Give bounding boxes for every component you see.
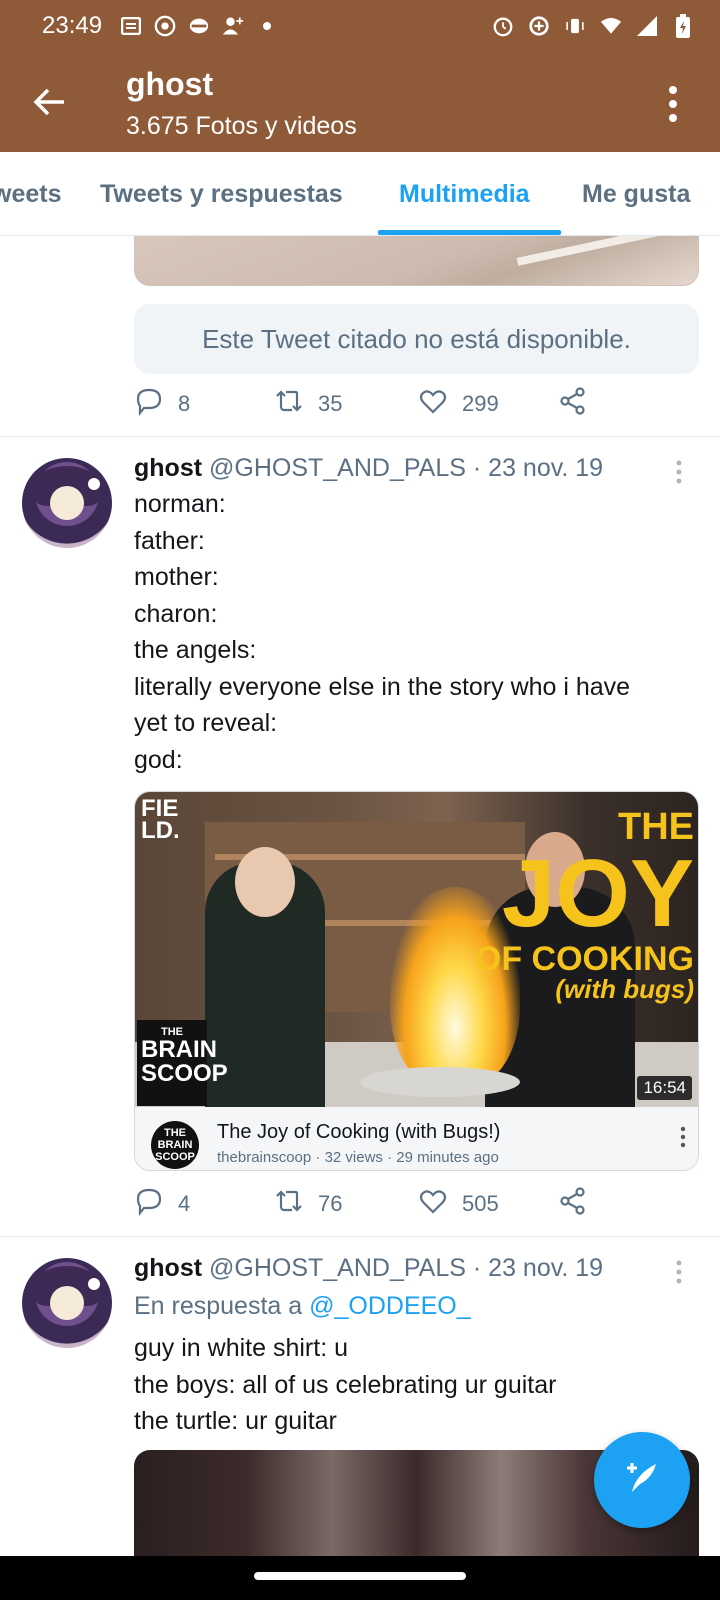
like-button[interactable]: 505 bbox=[418, 1186, 499, 1222]
author-name[interactable]: ghost bbox=[134, 1254, 202, 1282]
tweet-line: god: bbox=[134, 745, 183, 774]
avatar[interactable] bbox=[22, 1258, 112, 1348]
vpn-icon bbox=[188, 15, 210, 37]
notes-icon bbox=[120, 15, 142, 37]
avatar[interactable] bbox=[22, 458, 112, 548]
youtube-video-card[interactable]: FIE LD. THE JOY OF COOKING (with bugs) T… bbox=[134, 791, 699, 1171]
tweet-divider bbox=[0, 1236, 720, 1237]
video-title: The Joy of Cooking (with Bugs!) bbox=[217, 1121, 501, 1143]
active-tab-indicator bbox=[378, 230, 561, 235]
like-count: 505 bbox=[462, 1191, 499, 1216]
tweet-line: the turtle: ur guitar bbox=[134, 1407, 337, 1435]
profile-tabs: weets Tweets y respuestas Multimedia Me … bbox=[0, 152, 720, 236]
reply-icon bbox=[134, 1186, 164, 1222]
tweet-line: the angels: bbox=[134, 636, 257, 664]
dot-icon bbox=[256, 15, 278, 37]
timeline[interactable]: Este Tweet citado no está disponible. 8 … bbox=[0, 236, 720, 1556]
tweet-divider bbox=[0, 436, 720, 437]
battery-icon bbox=[672, 14, 694, 38]
video-thumbnail[interactable]: FIE LD. THE JOY OF COOKING (with bugs) T… bbox=[135, 792, 698, 1107]
reply-button[interactable]: 8 bbox=[134, 386, 190, 422]
add-person-icon bbox=[222, 15, 244, 37]
tweet-header: ghost @GHOST_AND_PALS · 23 nov. 19 bbox=[134, 1254, 603, 1283]
retweet-count: 35 bbox=[318, 391, 343, 416]
tweet-date: · 23 nov. 19 bbox=[472, 454, 604, 482]
wifi-icon bbox=[600, 15, 622, 37]
back-arrow-icon[interactable] bbox=[30, 82, 70, 122]
retweet-icon bbox=[274, 386, 304, 422]
share-button[interactable] bbox=[558, 1186, 588, 1222]
signal-app-icon bbox=[154, 15, 176, 37]
status-bar: 23:49 bbox=[0, 0, 720, 52]
tweet-more-icon[interactable] bbox=[674, 1258, 684, 1288]
reply-prefix: En respuesta a bbox=[134, 1292, 303, 1320]
retweet-button[interactable]: 35 bbox=[274, 386, 342, 422]
compose-tweet-button[interactable] bbox=[594, 1432, 690, 1528]
like-count: 299 bbox=[462, 391, 499, 416]
share-button[interactable] bbox=[558, 386, 588, 422]
tweet-header: ghost @GHOST_AND_PALS · 23 nov. 19 bbox=[134, 454, 603, 483]
tweet-actions: 8 35 299 bbox=[134, 386, 654, 426]
channel-avatar: THE BRAIN SCOOP bbox=[151, 1121, 199, 1169]
media-count: 3.675 Fotos y videos bbox=[126, 112, 357, 140]
field-logo: FIE LD. bbox=[141, 795, 180, 844]
tweet-more-icon[interactable] bbox=[674, 458, 684, 488]
vibrate-icon bbox=[564, 15, 586, 37]
heart-icon bbox=[418, 1186, 448, 1222]
tweet-line: guy in white shirt: u bbox=[134, 1334, 348, 1362]
home-gesture-bar[interactable] bbox=[254, 1572, 466, 1580]
author-name[interactable]: ghost bbox=[134, 454, 202, 482]
tweet-image[interactable] bbox=[134, 236, 699, 286]
cell-signal-icon bbox=[636, 15, 658, 37]
share-icon bbox=[558, 386, 588, 422]
like-button[interactable]: 299 bbox=[418, 386, 499, 422]
alarm-icon bbox=[492, 15, 514, 37]
quoted-tweet-unavailable: Este Tweet citado no está disponible. bbox=[134, 304, 699, 374]
system-navigation-bar bbox=[0, 1556, 720, 1600]
tweet-line: the boys: all of us celebrating ur guita… bbox=[134, 1370, 557, 1399]
reply-count: 8 bbox=[178, 391, 191, 416]
status-time: 23:49 bbox=[42, 12, 103, 39]
data-saver-icon bbox=[528, 15, 550, 37]
tweet-actions: 4 76 505 bbox=[134, 1186, 654, 1226]
share-icon bbox=[558, 1186, 588, 1222]
reply-icon bbox=[134, 386, 164, 422]
reply-count: 4 bbox=[178, 1191, 191, 1216]
author-handle: @GHOST_AND_PALS bbox=[209, 454, 466, 482]
retweet-icon bbox=[274, 1186, 304, 1222]
profile-title: ghost bbox=[126, 66, 214, 102]
author-handle: @GHOST_AND_PALS bbox=[209, 1254, 466, 1282]
retweet-button[interactable]: 76 bbox=[274, 1186, 342, 1222]
tweet-date: · 23 nov. 19 bbox=[472, 1254, 604, 1282]
reply-context: En respuesta a @_ODDEEO_ bbox=[134, 1292, 471, 1321]
profile-app-bar: ghost 3.675 Fotos y videos bbox=[0, 52, 720, 152]
overflow-menu-icon[interactable] bbox=[666, 84, 680, 124]
tab-media[interactable]: Multimedia bbox=[399, 180, 530, 209]
tweet-line: literally everyone else in the story who… bbox=[134, 672, 631, 701]
tweet-line: norman: bbox=[134, 490, 226, 518]
video-duration: 16:54 bbox=[637, 1076, 692, 1100]
compose-tweet-icon bbox=[618, 1454, 666, 1507]
tweet-text: norman: father: mother: charon: the ange… bbox=[134, 486, 694, 778]
tweet-line: mother: bbox=[134, 563, 219, 591]
tweet-line: charon: bbox=[134, 599, 218, 628]
reply-handle-link[interactable]: @_ODDEEO_ bbox=[309, 1292, 471, 1320]
retweet-count: 76 bbox=[318, 1191, 343, 1216]
tweet-line: father: bbox=[134, 526, 205, 555]
reply-button[interactable]: 4 bbox=[134, 1186, 190, 1222]
video-more-icon[interactable] bbox=[680, 1125, 686, 1149]
tab-likes[interactable]: Me gusta bbox=[582, 180, 690, 209]
tweet-text: guy in white shirt: u the boys: all of u… bbox=[134, 1330, 694, 1440]
tweet-line: yet to reveal: bbox=[134, 709, 278, 737]
tab-tweets[interactable]: weets bbox=[0, 180, 61, 209]
heart-icon bbox=[418, 386, 448, 422]
video-meta: thebrainscoop · 32 views · 29 minutes ag… bbox=[217, 1149, 499, 1166]
brain-scoop-logo: THE BRAIN SCOOP bbox=[137, 1020, 228, 1106]
video-info[interactable]: THE BRAIN SCOOP The Joy of Cooking (with… bbox=[135, 1107, 698, 1170]
tab-tweets-and-replies[interactable]: Tweets y respuestas bbox=[100, 180, 343, 209]
thumbnail-title-art: THE JOY OF COOKING (with bugs) bbox=[474, 806, 694, 1004]
